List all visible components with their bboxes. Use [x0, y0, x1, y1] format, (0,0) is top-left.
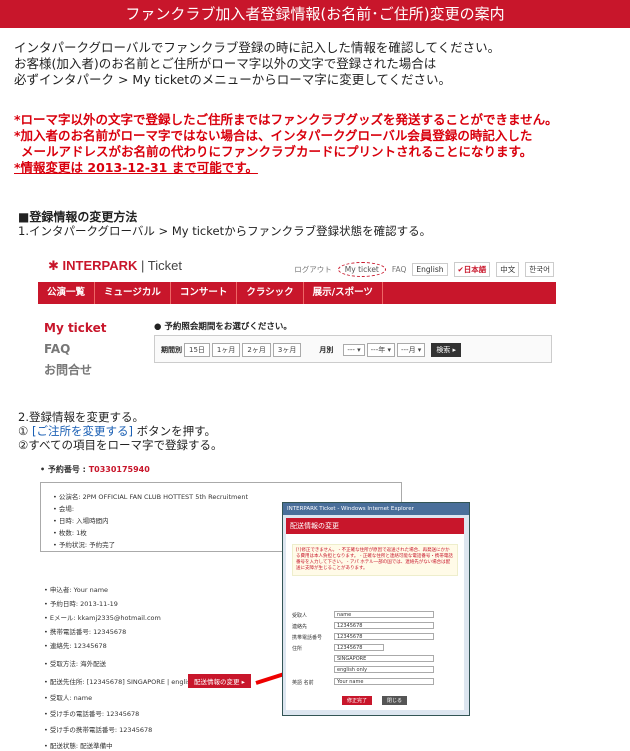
popup-note: [!]修正できません。 - 不正確な住所が原因で返送された場合、再発送にかかる費…	[292, 544, 458, 576]
period-search-box: 期間別 15日 1ヶ月 2ヶ月 3ヶ月 月別 --- ▾ ---年 ▾ ---月…	[154, 335, 552, 363]
period-label: ● 予約照会期間をお選びください。	[154, 322, 292, 332]
address-input[interactable]: english only	[334, 666, 434, 673]
detail-line: • 配送状態: 配送準備中	[44, 742, 113, 750]
step2-text: 2.登録情報を変更する。 ① [ご注所を変更する] ボタンを押す。 ②すべての項…	[18, 410, 223, 452]
step2-title: 2.登録情報を変更する。	[18, 410, 144, 424]
year-select-2[interactable]: ---年 ▾	[366, 343, 395, 357]
detail-line: • Eメール: kkamj2335@hotmail.com	[44, 614, 161, 622]
deadline-line: *情報変更は 2013-12-31 まで可能です。	[14, 160, 258, 175]
contact-input[interactable]: 12345678	[334, 622, 434, 629]
intro-line: 必ずインタパーク > My ticketのメニューからローマ字に変更してください…	[14, 72, 451, 87]
page-banner: ファンクラブ加入者登録情報(お名前･ご住所)変更の案内	[0, 0, 630, 28]
intro-line: お客様(加入者)のお名前とご住所がローマ字以外の文字で登録された場合は	[14, 56, 437, 71]
delivery-change-popup: INTERPARK Ticket - Windows Internet Expl…	[282, 502, 470, 716]
my-ticket-link[interactable]: My ticket	[337, 262, 386, 277]
menu-item[interactable]: ミュージカル	[95, 282, 171, 304]
postcode-input[interactable]: 12345678	[334, 644, 384, 651]
field-label: 英語 名前	[292, 680, 314, 686]
detail-line: • 受取人: name	[44, 694, 93, 702]
myticket-screenshot: ✱ INTERPARK | Ticket ログアウト My ticket FAQ…	[38, 252, 558, 382]
top-nav: ログアウト My ticket FAQ English ✔日本語 中文 한국어	[294, 262, 554, 277]
period-15d-button[interactable]: 15日	[184, 343, 210, 357]
detail-line: • 携帯電話番号: 12345678	[44, 628, 127, 636]
menu-item[interactable]: 展示/スポーツ	[304, 282, 383, 304]
popup-ok-button[interactable]: 修正完了	[342, 696, 373, 705]
side-menu: My ticket FAQ お問合せ	[44, 318, 106, 381]
period-1m-button[interactable]: 1ヶ月	[211, 343, 241, 357]
panel-line: • 予約状況: 予約完了	[53, 541, 116, 549]
detail-line: • 連絡先: 12345678	[44, 642, 107, 650]
lang-english[interactable]: English	[412, 263, 448, 276]
popup-body: [!]修正できません。 - 不正確な住所が原因で返送された場合、再発送にかかる費…	[286, 534, 464, 710]
step1-text: 1.インタパークグローバル > My ticketからファンクラブ登録状態を確認…	[18, 224, 432, 238]
field-label: 携帯電話番号	[292, 635, 323, 641]
reservation-screenshot: • 予約番号 : T0330175940 • 公演名: 2PM OFFICIAL…	[40, 464, 472, 751]
menu-item[interactable]: 公演一覧	[38, 282, 96, 304]
warning-line: *加入者のお名前がローマ字ではない場合は、インタパークグローバル会員登録の時記入…	[14, 128, 533, 143]
english-name-input[interactable]: Your name	[334, 678, 434, 685]
field-label: 住所	[292, 646, 303, 652]
field-label: 連絡先	[292, 624, 308, 630]
change-address-link[interactable]: [ご注所を変更する]	[32, 424, 133, 438]
interpark-logo: ✱ INTERPARK | Ticket	[48, 258, 182, 273]
detail-line: • 配送先住所: [12345678] SINGAPORE | english …	[44, 678, 211, 686]
month-select[interactable]: ---月 ▾	[396, 343, 426, 357]
panel-line: • 公演名: 2PM OFFICIAL FAN CLUB HOTTEST 5th…	[53, 493, 249, 501]
intro-line: インタパークグローバルでファンクラブ登録の時に記入した情報を確認してください。	[14, 40, 501, 55]
lang-japanese[interactable]: ✔日本語	[453, 262, 491, 277]
menu-item[interactable]: コンサート	[171, 282, 238, 304]
search-button[interactable]: 検索 ▸	[431, 343, 462, 357]
logout-link[interactable]: ログアウト	[294, 264, 332, 275]
side-item-my-ticket[interactable]: My ticket	[44, 318, 106, 339]
recipient-input[interactable]: name	[334, 611, 434, 618]
lang-korean[interactable]: 한국어	[525, 262, 554, 277]
field-label: 受取人	[292, 613, 308, 619]
monthly-label: 月別	[319, 346, 334, 354]
country-input[interactable]: SINGAPORE	[334, 655, 434, 662]
panel-line: • 日時: 入場時間内	[53, 517, 109, 525]
period-by-label: 期間別	[161, 346, 182, 354]
year-select[interactable]: --- ▾	[343, 344, 365, 356]
period-3m-button[interactable]: 3ヶ月	[272, 343, 302, 357]
lang-chinese[interactable]: 中文	[496, 262, 520, 277]
detail-line: • 受け手の携帯電話番号: 12345678	[44, 726, 153, 734]
warning-notes: *ローマ字以外の文字で登録したご住所まではファンクラブグッズを発送することができ…	[14, 112, 614, 176]
side-item-faq[interactable]: FAQ	[44, 339, 106, 360]
step2b: ②すべての項目をローマ字で登録する。	[18, 438, 223, 452]
detail-line: • 受取方法: 海外配送	[44, 660, 107, 668]
faq-link[interactable]: FAQ	[392, 265, 407, 274]
change-delivery-button[interactable]: 配送情報の変更 ▸	[188, 674, 251, 688]
menu-item[interactable]: クラシック	[237, 282, 304, 304]
panel-line: • 会場:	[53, 505, 75, 513]
panel-line: • 枚数: 1枚	[53, 529, 87, 537]
intro-text: インタパークグローバルでファンクラブ登録の時に記入した情報を確認してください。 …	[14, 40, 614, 88]
detail-line: • 受け手の電話番号: 12345678	[44, 710, 140, 718]
warning-line: メールアドレスがお名前の代わりにファンクラブカードにプリントされることになります…	[21, 144, 533, 159]
popup-close-button[interactable]: 閉じる	[382, 696, 408, 705]
main-menu: 公演一覧 ミュージカル コンサート クラシック 展示/スポーツ	[38, 282, 556, 304]
mobile-input[interactable]: 12345678	[334, 633, 434, 640]
period-2m-button[interactable]: 2ヶ月	[242, 343, 271, 357]
side-item-contact[interactable]: お問合せ	[44, 360, 106, 381]
step2a: ① [ご注所を変更する] ボタンを押す。	[18, 424, 216, 438]
detail-line: • 申込者: Your name	[44, 586, 109, 594]
detail-line: • 予約日時: 2013-11-19	[44, 600, 118, 608]
popup-window-title: INTERPARK Ticket - Windows Internet Expl…	[283, 503, 469, 515]
warning-line: *ローマ字以外の文字で登録したご住所まではファンクラブグッズを発送することができ…	[14, 112, 558, 127]
popup-header: 配送情報の変更	[286, 518, 464, 534]
reservation-number: • 予約番号 : T0330175940	[40, 465, 150, 474]
